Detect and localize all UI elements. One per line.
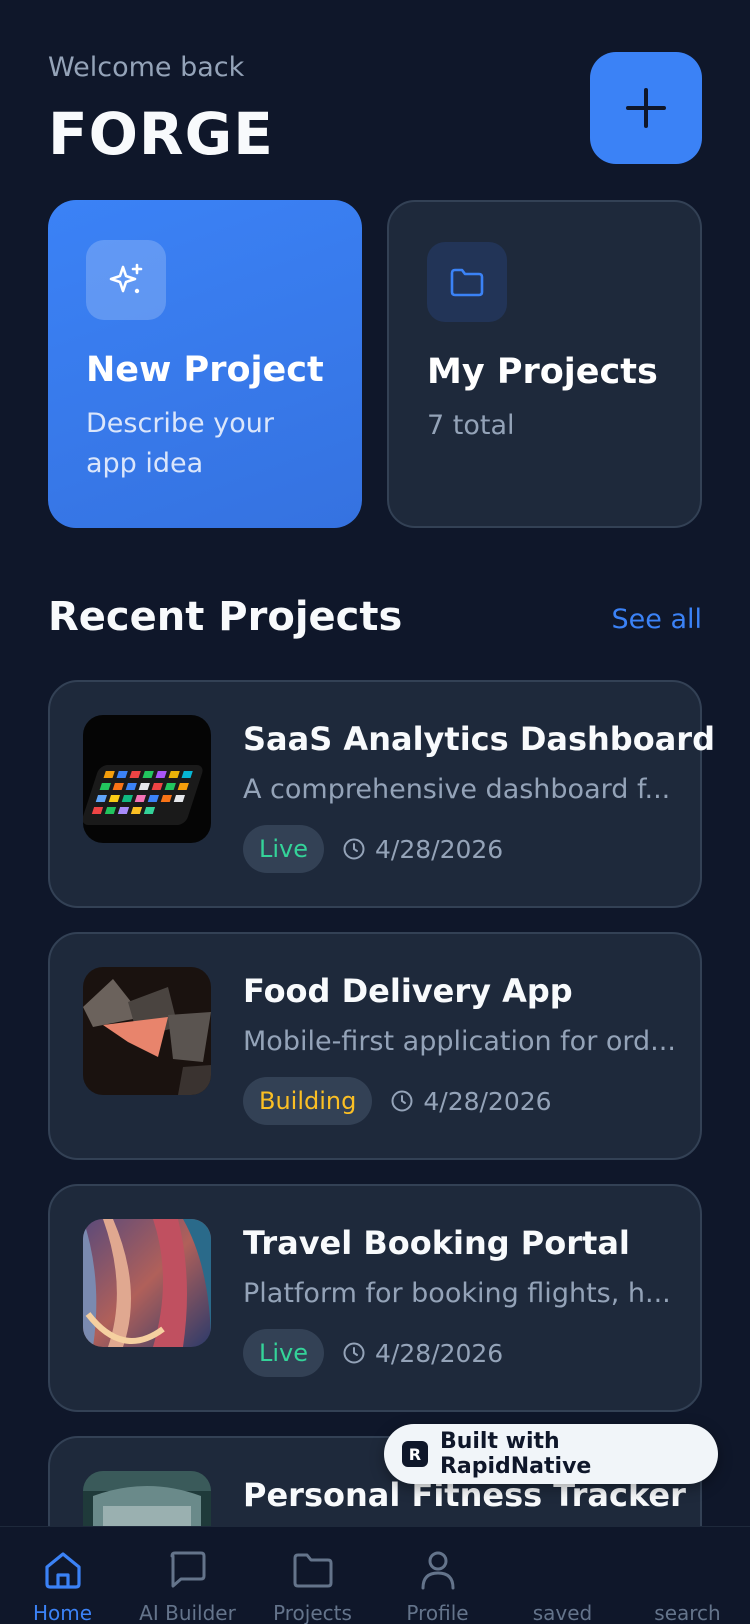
plus-icon xyxy=(626,88,666,128)
status-badge: Building xyxy=(243,1077,373,1125)
tab-saved[interactable]: saved xyxy=(500,1527,625,1624)
built-with-badge[interactable]: R Built with RapidNative xyxy=(384,1424,718,1484)
project-thumbnail xyxy=(83,967,211,1095)
add-project-button[interactable] xyxy=(590,52,702,164)
folder-icon xyxy=(427,242,507,322)
project-title: Travel Booking Portal xyxy=(243,1224,630,1262)
project-title: SaaS Analytics Dashboard xyxy=(243,720,715,758)
folder-icon xyxy=(291,1545,335,1595)
project-title: Food Delivery App xyxy=(243,972,573,1010)
tab-profile[interactable]: Profile xyxy=(375,1527,500,1624)
project-thumbnail xyxy=(83,715,211,843)
status-badge: Live xyxy=(243,1329,325,1377)
date-text: 4/28/2026 xyxy=(423,1086,552,1116)
tab-home[interactable]: Home xyxy=(0,1527,125,1624)
clock-icon xyxy=(343,1342,365,1364)
recent-projects-header: Recent Projects See all xyxy=(48,590,702,650)
tab-search[interactable]: search xyxy=(625,1527,750,1624)
chat-icon xyxy=(166,1545,210,1595)
project-description: A comprehensive dashboard f... xyxy=(243,774,671,805)
quick-actions: New Project Describe your app idea My Pr… xyxy=(48,200,702,528)
project-description: Mobile-first application for ord... xyxy=(243,1026,673,1057)
new-project-card[interactable]: New Project Describe your app idea xyxy=(48,200,362,528)
user-icon xyxy=(416,1545,460,1595)
home-icon xyxy=(41,1545,85,1595)
tab-label: search xyxy=(654,1601,721,1624)
tab-label: AI Builder xyxy=(139,1601,236,1624)
project-date: 4/28/2026 xyxy=(342,1339,503,1368)
new-project-subtitle-line2: app idea xyxy=(86,448,204,479)
project-meta: Live 4/28/2026 xyxy=(243,825,503,873)
tab-label: Projects xyxy=(273,1601,352,1624)
my-projects-title: My Projects xyxy=(427,352,658,392)
project-date: 4/28/2026 xyxy=(390,1086,552,1116)
clock-icon xyxy=(343,838,365,860)
tab-label: Home xyxy=(32,1601,93,1624)
project-meta: Live 4/28/2026 xyxy=(243,1329,503,1377)
see-all-link[interactable]: See all xyxy=(612,604,703,635)
date-text: 4/28/2026 xyxy=(375,834,504,864)
project-card[interactable]: Travel Booking Portal Platform for booki… xyxy=(48,1184,702,1412)
tab-label: saved xyxy=(532,1601,593,1624)
section-title: Recent Projects xyxy=(48,594,403,640)
project-description: Platform for booking flights, h... xyxy=(243,1278,671,1309)
bottom-tab-bar: Home AI Builder Projects Profile saved s… xyxy=(0,1526,750,1624)
date-text: 4/28/2026 xyxy=(375,1338,504,1368)
sparkles-icon xyxy=(86,240,166,320)
new-project-subtitle-line1: Describe your xyxy=(86,408,274,439)
brand-title: FORGE xyxy=(48,100,274,168)
project-card[interactable]: Food Delivery App Mobile-first applicati… xyxy=(48,932,702,1160)
new-project-subtitle: Describe your app idea xyxy=(86,404,324,484)
built-with-text: Built with RapidNative xyxy=(439,1429,592,1479)
rapidnative-logo-icon: R xyxy=(402,1441,428,1467)
new-project-title: New Project xyxy=(86,350,324,390)
my-projects-count: 7 total xyxy=(427,410,515,441)
welcome-text: Welcome back xyxy=(48,52,245,83)
project-meta: Building 4/28/2026 xyxy=(243,1077,552,1125)
my-projects-card[interactable]: My Projects 7 total xyxy=(387,200,702,528)
clock-icon xyxy=(391,1090,413,1112)
header: Welcome back FORGE xyxy=(48,50,702,168)
project-card[interactable]: SaaS Analytics Dashboard A comprehensive… xyxy=(48,680,715,908)
tab-projects[interactable]: Projects xyxy=(250,1527,375,1624)
project-date: 4/28/2026 xyxy=(342,835,503,864)
status-badge: Live xyxy=(243,825,325,873)
tab-label: Profile xyxy=(406,1601,469,1624)
project-thumbnail xyxy=(83,1219,211,1347)
tab-ai-builder[interactable]: AI Builder xyxy=(125,1527,250,1624)
